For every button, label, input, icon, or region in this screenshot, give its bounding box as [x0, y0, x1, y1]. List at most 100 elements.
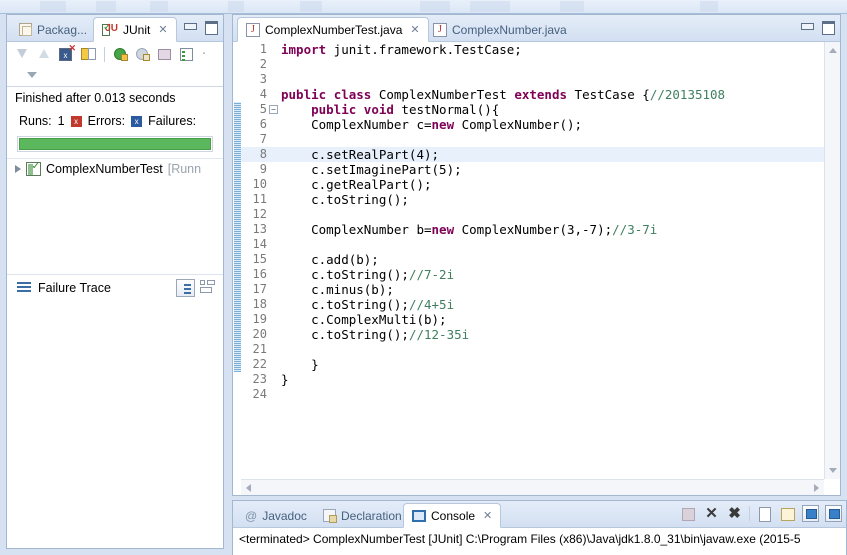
junit-status-text: Finished after 0.013 seconds	[7, 86, 223, 107]
scroll-right-arrow[interactable]	[814, 484, 819, 492]
code-text: public class ComplexNumberTest extends T…	[281, 87, 726, 102]
tab-javadoc[interactable]: @ Javadoc	[237, 503, 315, 528]
code-line[interactable]: 16 c.toString();//7-2i	[241, 267, 824, 282]
next-failure-icon[interactable]	[13, 45, 31, 63]
code-line[interactable]: 1 import junit.framework.TestCase;	[241, 42, 824, 57]
line-number: 11	[252, 192, 267, 206]
tab-complexnumbertest[interactable]: ComplexNumberTest.java ✕	[237, 17, 429, 42]
junit-progress-bar	[17, 136, 213, 152]
failure-trace-title: Failure Trace	[38, 280, 111, 295]
code-line[interactable]: 11 c.toString();	[241, 192, 824, 207]
compare-result-button[interactable]	[176, 279, 195, 297]
code-line[interactable]: 9 c.setImaginePart(5);	[241, 162, 824, 177]
fold-toggle-icon[interactable]: −	[269, 105, 278, 114]
scroll-left-arrow[interactable]	[246, 484, 251, 492]
line-number: 16	[252, 267, 267, 281]
previous-failure-icon[interactable]	[35, 45, 53, 63]
method-range-indicator	[234, 102, 241, 372]
console-output: <terminated> ComplexNumberTest [JUnit] C…	[233, 528, 846, 555]
code-line[interactable]: 17 c.minus(b);	[241, 282, 824, 297]
close-icon[interactable]: ✕	[483, 509, 492, 522]
display-selected-console-button[interactable]	[802, 505, 819, 522]
code-line[interactable]: 22 }	[241, 357, 824, 372]
junit-view: Packag... JU JUnit ✕ x✕	[6, 14, 224, 549]
code-line[interactable]: 14	[241, 237, 824, 252]
console-icon	[412, 509, 426, 522]
close-icon[interactable]: ✕	[158, 23, 167, 36]
code-line[interactable]: 24	[241, 387, 824, 402]
code-line[interactable]: 8 c.setRealPart(4);	[241, 147, 824, 162]
junit-icon: JU	[102, 22, 118, 37]
code-line[interactable]: 15 c.add(b);	[241, 252, 824, 267]
code-line[interactable]: 20 c.toString();//12-35i	[241, 327, 824, 342]
line-number: 17	[252, 282, 267, 296]
failure-trace-body	[7, 300, 223, 424]
java-file-icon	[433, 22, 447, 37]
junit-view-buttons	[183, 20, 218, 35]
code-line[interactable]: 23}	[241, 372, 824, 387]
tab-complexnumber[interactable]: ComplexNumber.java	[425, 17, 575, 42]
code-line[interactable]: 5− public void testNormal(){	[241, 102, 824, 117]
scroll-up-arrow[interactable]	[829, 48, 837, 53]
code-line[interactable]: 21	[241, 342, 824, 357]
maximize-button[interactable]	[821, 20, 835, 35]
errors-badge: x	[70, 115, 82, 127]
code-line[interactable]: 12	[241, 207, 824, 222]
view-menu-icon[interactable]: ⋅	[202, 46, 206, 62]
view-menu-button[interactable]	[200, 280, 217, 296]
open-console-button[interactable]	[756, 505, 773, 522]
line-number: 5	[259, 102, 267, 116]
editor-vertical-scrollbar[interactable]	[824, 42, 840, 479]
code-line[interactable]: 10 c.getRealPart();	[241, 177, 824, 192]
terminate-button[interactable]	[680, 505, 697, 522]
line-number: 6	[259, 117, 267, 131]
remove-all-terminated-button[interactable]: ✖	[726, 505, 743, 522]
code-line[interactable]: 6 ComplexNumber c=new ComplexNumber();	[241, 117, 824, 132]
line-number: 3	[259, 72, 267, 86]
show-failures-only-icon[interactable]: x ✕	[57, 43, 76, 63]
code-text-area[interactable]: 1 import junit.framework.TestCase; 2 3 4 publ…	[241, 42, 824, 479]
close-icon[interactable]: ✕	[410, 23, 419, 36]
line-number: 2	[259, 57, 267, 71]
code-line[interactable]: 3	[241, 72, 824, 87]
line-number: 13	[252, 222, 267, 236]
remove-launch-button[interactable]: ✕	[703, 505, 720, 522]
expand-arrow-icon[interactable]	[15, 165, 21, 173]
tab-label: Packag...	[37, 22, 88, 37]
editor-tabbar: ComplexNumberTest.java ✕ ComplexNumber.j…	[233, 15, 840, 42]
code-line[interactable]: 7	[241, 132, 824, 147]
tab-console[interactable]: Console ✕	[403, 503, 502, 528]
code-text: c.toString();//12-35i	[281, 327, 470, 342]
line-number: 19	[252, 312, 267, 326]
minimize-button[interactable]	[183, 20, 197, 32]
minimize-button[interactable]	[800, 20, 814, 32]
code-line[interactable]: 4 public class ComplexNumberTest extends …	[241, 87, 824, 102]
tab-junit[interactable]: JU JUnit ✕	[93, 17, 177, 42]
code-line[interactable]: 19 c.ComplexMulti(b);	[241, 312, 824, 327]
editor-horizontal-scrollbar[interactable]	[241, 479, 824, 495]
scroll-lock-button[interactable]	[779, 505, 796, 522]
code-line[interactable]: 18 c.toString();//4+5i	[241, 297, 824, 312]
stop-test-icon[interactable]	[156, 45, 174, 63]
test-run-history-icon[interactable]	[178, 45, 196, 63]
code-text: c.add(b);	[281, 252, 379, 267]
rerun-test-icon[interactable]	[112, 45, 130, 63]
code-line[interactable]: 13 ComplexNumber b=new ComplexNumber(3,-…	[241, 222, 824, 237]
scroll-lock-icon[interactable]	[79, 45, 97, 63]
junit-counts-row: Runs: 1 x Errors: x Failures:	[7, 107, 223, 132]
pin-console-button[interactable]	[825, 505, 842, 522]
tab-declaration[interactable]: Declaration	[315, 503, 410, 528]
tab-package-explorer[interactable]: Packag...	[11, 17, 95, 42]
chevron-down-icon[interactable]	[27, 72, 37, 78]
runs-label: Runs:	[19, 114, 52, 128]
code-line[interactable]: 2	[241, 57, 824, 72]
javadoc-icon: @	[245, 508, 258, 523]
maximize-button[interactable]	[204, 20, 218, 35]
line-number: 22	[252, 357, 267, 371]
rerun-failed-tests-icon[interactable]	[134, 45, 152, 63]
scroll-down-arrow[interactable]	[829, 468, 837, 473]
failure-trace-tools	[176, 279, 217, 297]
tree-item-test-class[interactable]: ComplexNumberTest [Runn	[7, 159, 223, 176]
code-text: ComplexNumber c=new ComplexNumber();	[281, 117, 583, 132]
code-text: c.toString();//7-2i	[281, 267, 455, 282]
